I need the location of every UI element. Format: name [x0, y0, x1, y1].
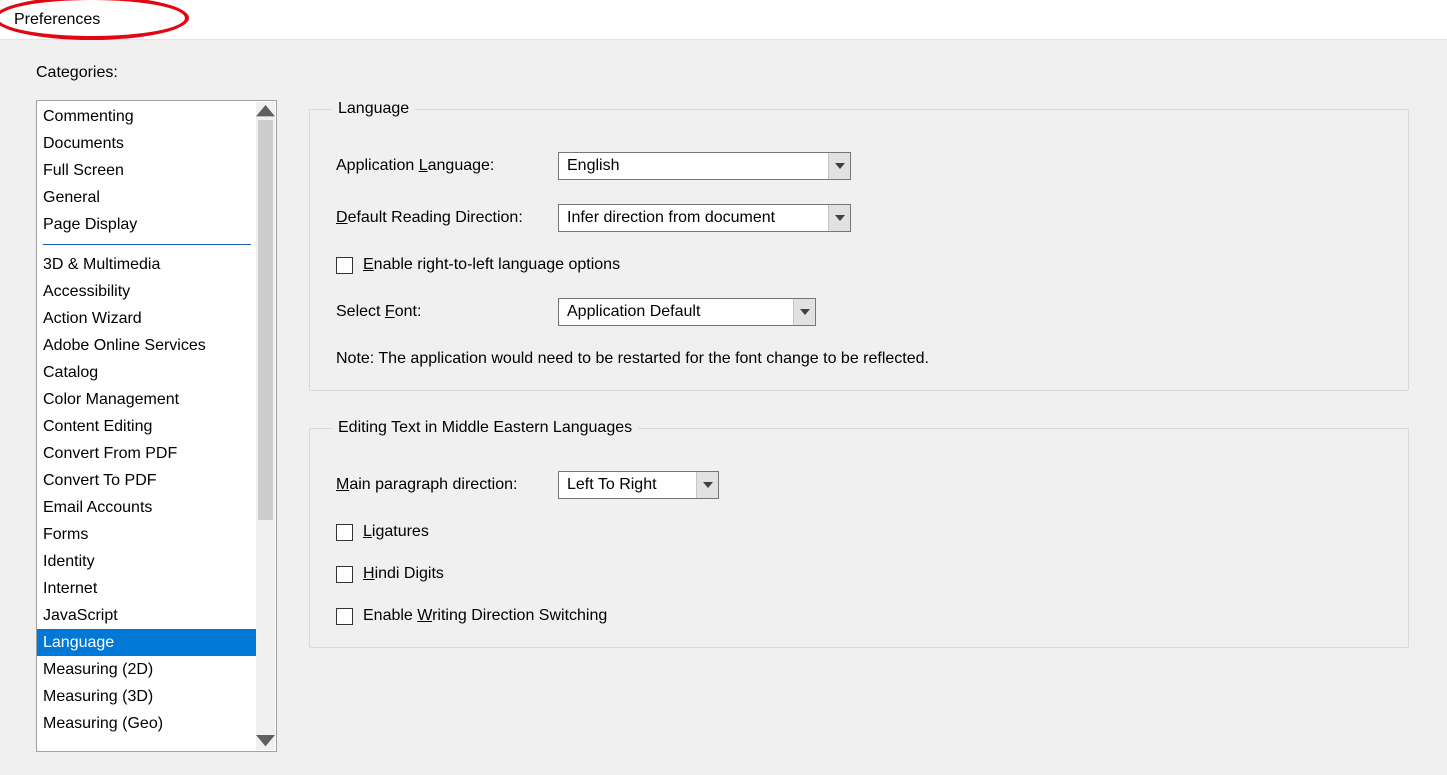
sidebar-item-convert-from-pdf[interactable]: Convert From PDF — [37, 440, 257, 467]
app-language-label: Application Language: — [336, 157, 558, 175]
scrollbar-track[interactable] — [256, 120, 275, 732]
hindi-digits-checkbox-label: Hindi Digits — [363, 565, 444, 583]
sidebar-item-catalog[interactable]: Catalog — [37, 359, 257, 386]
paragraph-direction-value: Left To Right — [559, 472, 696, 498]
sidebar-item-color-management[interactable]: Color Management — [37, 386, 257, 413]
reading-direction-select[interactable]: Infer direction from document — [558, 204, 851, 232]
sidebar-item-internet[interactable]: Internet — [37, 575, 257, 602]
window-title-bar: Preferences — [0, 0, 1447, 40]
hindi-digits-checkbox[interactable] — [336, 566, 353, 583]
chevron-down-icon[interactable] — [793, 299, 815, 325]
sidebar-item-content-editing[interactable]: Content Editing — [37, 413, 257, 440]
sidebar-item-forms[interactable]: Forms — [37, 521, 257, 548]
categories-listbox[interactable]: CommentingDocumentsFull ScreenGeneralPag… — [36, 100, 277, 752]
scroll-up-icon[interactable] — [256, 102, 275, 120]
sidebar-separator — [43, 244, 251, 245]
sidebar-item-email-accounts[interactable]: Email Accounts — [37, 494, 257, 521]
ligatures-checkbox-row[interactable]: Ligatures — [336, 523, 1388, 541]
select-font-value: Application Default — [559, 299, 793, 325]
group-middle-eastern-legend: Editing Text in Middle Eastern Languages — [332, 419, 638, 437]
categories-label: Categories: — [36, 64, 1447, 82]
scrollbar-vertical[interactable] — [256, 102, 275, 750]
chevron-down-icon[interactable] — [696, 472, 718, 498]
ligatures-checkbox-label: Ligatures — [363, 523, 429, 541]
rtl-checkbox-row[interactable]: Enable right-to-left language options — [336, 256, 1388, 274]
reading-direction-label: Default Reading Direction: — [336, 209, 558, 227]
sidebar-item-full-screen[interactable]: Full Screen — [37, 157, 257, 184]
sidebar-item-accessibility[interactable]: Accessibility — [37, 278, 257, 305]
sidebar-item-general[interactable]: General — [37, 184, 257, 211]
sidebar-item-page-display[interactable]: Page Display — [37, 211, 257, 238]
group-language-legend: Language — [332, 100, 415, 118]
sidebar-item-identity[interactable]: Identity — [37, 548, 257, 575]
writing-direction-switching-checkbox-label: Enable Writing Direction Switching — [363, 607, 607, 625]
sidebar-item-adobe-online-services[interactable]: Adobe Online Services — [37, 332, 257, 359]
preferences-window: Preferences Categories: CommentingDocume… — [0, 0, 1447, 775]
rtl-checkbox-label: Enable right-to-left language options — [363, 256, 620, 274]
chevron-down-icon[interactable] — [828, 205, 850, 231]
sidebar-item-measuring-3d[interactable]: Measuring (3D) — [37, 683, 257, 710]
sidebar-item-documents[interactable]: Documents — [37, 130, 257, 157]
font-restart-note: Note: The application would need to be r… — [336, 350, 1388, 368]
window-title: Preferences — [14, 11, 100, 29]
sidebar-item-javascript[interactable]: JavaScript — [37, 602, 257, 629]
sidebar-item-convert-to-pdf[interactable]: Convert To PDF — [37, 467, 257, 494]
scroll-down-icon[interactable] — [256, 732, 275, 750]
sidebar-item-measuring-geo[interactable]: Measuring (Geo) — [37, 710, 257, 737]
ligatures-checkbox[interactable] — [336, 524, 353, 541]
scrollbar-thumb[interactable] — [258, 120, 273, 520]
dialog-body: Categories: CommentingDocumentsFull Scre… — [0, 40, 1447, 775]
app-language-select[interactable]: English — [558, 152, 851, 180]
sidebar-item-action-wizard[interactable]: Action Wizard — [37, 305, 257, 332]
select-font-label: Select Font: — [336, 303, 558, 321]
sidebar-item-language[interactable]: Language — [37, 629, 257, 656]
sidebar-item-3d-multimedia[interactable]: 3D & Multimedia — [37, 251, 257, 278]
writing-direction-switching-checkbox-row[interactable]: Enable Writing Direction Switching — [336, 607, 1388, 625]
reading-direction-value: Infer direction from document — [559, 205, 828, 231]
group-language: Language Application Language: English — [309, 100, 1409, 391]
group-middle-eastern: Editing Text in Middle Eastern Languages… — [309, 419, 1409, 648]
chevron-down-icon[interactable] — [828, 153, 850, 179]
writing-direction-switching-checkbox[interactable] — [336, 608, 353, 625]
app-language-value: English — [559, 153, 828, 179]
paragraph-direction-label: Main paragraph direction: — [336, 476, 558, 494]
settings-panel: Language Application Language: English — [309, 100, 1447, 771]
rtl-checkbox[interactable] — [336, 257, 353, 274]
hindi-digits-checkbox-row[interactable]: Hindi Digits — [336, 565, 1388, 583]
sidebar-item-commenting[interactable]: Commenting — [37, 103, 257, 130]
paragraph-direction-select[interactable]: Left To Right — [558, 471, 719, 499]
sidebar-item-measuring-2d[interactable]: Measuring (2D) — [37, 656, 257, 683]
select-font-select[interactable]: Application Default — [558, 298, 816, 326]
